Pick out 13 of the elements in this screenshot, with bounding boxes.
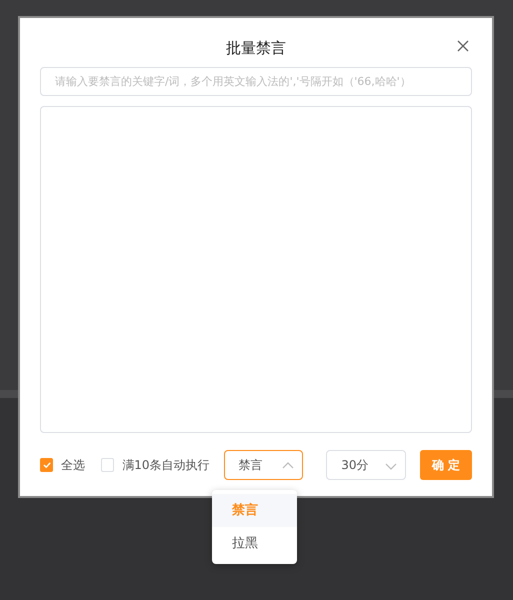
action-select[interactable]: 禁言 (224, 450, 304, 480)
checkmark-icon (42, 460, 52, 470)
select-all-label: 全选 (61, 457, 86, 474)
auto-execute-label: 满10条自动执行 (122, 457, 210, 474)
duration-select[interactable]: 30分 (326, 450, 406, 480)
dialog-title: 批量禁言 (225, 38, 287, 58)
select-all-checkbox[interactable] (40, 458, 54, 472)
caret-icon (385, 462, 398, 471)
keyword-field[interactable]: 请输入要禁言的关键字/词，多个用英文输入法的','号隔开如（'66,哈哈'） (40, 67, 472, 96)
dropdown-option[interactable]: 拉黑 (212, 527, 297, 560)
auto-execute-checkbox[interactable] (101, 458, 114, 472)
close-icon[interactable] (457, 40, 469, 52)
caret-icon (282, 460, 294, 469)
